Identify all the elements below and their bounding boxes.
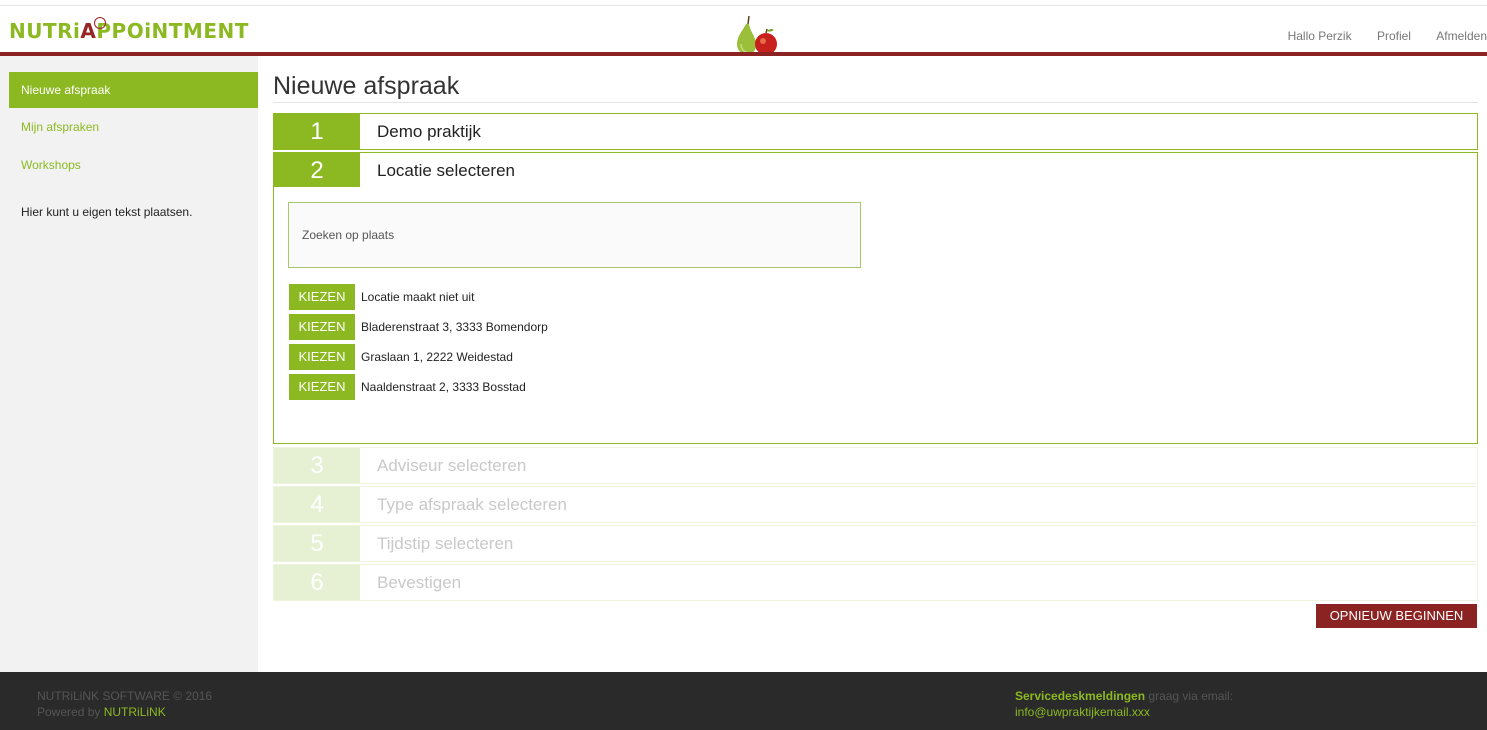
step-number: 6: [274, 565, 360, 600]
footer-copyright: NUTRiLiNK SOFTWARE © 2016: [37, 689, 213, 703]
powered-brand-link[interactable]: NUTRiLiNK: [104, 705, 166, 719]
pear-apple-icon: [737, 16, 777, 55]
location-name: Graslaan 1, 2222 Weidestad: [361, 350, 513, 364]
restart-button[interactable]: OPNIEUW BEGINNEN: [1316, 604, 1477, 628]
sidebar-item-my-appointments[interactable]: Mijn afspraken: [9, 109, 258, 145]
top-nav: Hallo Perzik Profiel Afmelden: [1266, 29, 1487, 43]
search-box: [288, 202, 861, 268]
servicedesk-text: graag via email:: [1145, 689, 1234, 703]
logo-mark-icon: [94, 17, 106, 29]
step-6-header: 6 Bevestigen: [273, 564, 1478, 601]
step-label: Bevestigen: [377, 573, 462, 592]
search-input[interactable]: [289, 203, 860, 267]
header: NUTRiAPPOiNTMENT Hallo Perzik Profiel Af…: [0, 6, 1487, 55]
title-divider: [273, 102, 1478, 103]
location-panel: KIEZEN Locatie maakt niet uit KIEZEN Bla…: [273, 187, 1478, 444]
page-title: Nieuwe afspraak: [273, 72, 460, 100]
location-name: Naaldenstraat 2, 3333 Bosstad: [361, 380, 526, 394]
location-name: Locatie maakt niet uit: [361, 290, 475, 304]
choose-button[interactable]: KIEZEN: [289, 284, 355, 310]
step-2-header[interactable]: 2 Locatie selecteren: [273, 152, 1478, 189]
nav-logout-link[interactable]: Afmelden: [1436, 29, 1487, 43]
footer-right: Servicedeskmeldingen graag via email: in…: [1015, 688, 1233, 720]
step-label: Adviseur selecteren: [377, 456, 527, 475]
sidebar-info-text: Hier kunt u eigen tekst plaatsen.: [21, 205, 193, 219]
step-number: 2: [274, 153, 360, 189]
sidebar-item-workshops[interactable]: Workshops: [9, 147, 258, 183]
step-4-header: 4 Type afspraak selecteren: [273, 486, 1478, 523]
step-label: Tijdstip selecteren: [377, 534, 514, 553]
servicedesk-email-link[interactable]: info@uwpraktijkemail.xxx: [1015, 704, 1233, 720]
step-5-header: 5 Tijdstip selecteren: [273, 525, 1478, 562]
step-number: 3: [274, 448, 360, 483]
footer-powered: Powered by NUTRiLiNK: [37, 704, 212, 720]
sidebar-item-new-appointment[interactable]: Nieuwe afspraak: [9, 72, 258, 108]
step-number: 5: [274, 526, 360, 561]
powered-prefix: Powered by: [37, 705, 104, 719]
step-1-header[interactable]: 1 Demo praktijk: [273, 113, 1478, 150]
nav-greeting: Hallo Perzik: [1287, 29, 1352, 43]
step-number: 4: [274, 487, 360, 522]
brand-logo[interactable]: NUTRiAPPOiNTMENT: [9, 17, 249, 43]
location-name: Bladerenstraat 3, 3333 Bomendorp: [361, 320, 548, 334]
sidebar: Nieuwe afspraak Mijn afspraken Workshops…: [0, 56, 258, 672]
footer: NUTRiLiNK SOFTWARE © 2016 Powered by NUT…: [0, 672, 1487, 730]
logo-suffix: PPOiNTMENT: [96, 19, 249, 43]
choose-button[interactable]: KIEZEN: [289, 314, 355, 340]
servicedesk-label: Servicedeskmeldingen: [1015, 689, 1146, 703]
step-label: Locatie selecteren: [377, 161, 515, 180]
step-label: Demo praktijk: [377, 122, 481, 141]
logo-prefix: NUTRi: [9, 19, 81, 43]
nav-profile-link[interactable]: Profiel: [1377, 29, 1411, 43]
footer-left: NUTRiLiNK SOFTWARE © 2016 Powered by NUT…: [37, 688, 212, 720]
step-label: Type afspraak selecteren: [377, 495, 567, 514]
choose-button[interactable]: KIEZEN: [289, 374, 355, 400]
servicedesk-line: Servicedeskmeldingen graag via email:: [1015, 688, 1233, 704]
step-number: 1: [274, 114, 360, 149]
choose-button[interactable]: KIEZEN: [289, 344, 355, 370]
step-3-header: 3 Adviseur selecteren: [273, 447, 1478, 484]
